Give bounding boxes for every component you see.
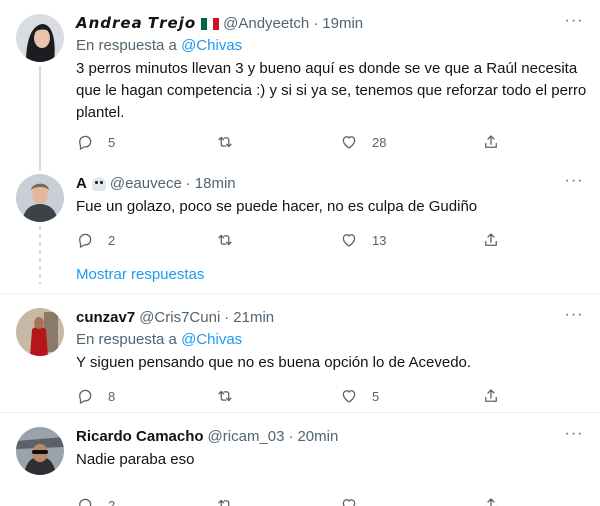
separator-dot: · — [313, 15, 319, 32]
tweet-text: Fue un golazo, poco se puede hacer, no e… — [76, 198, 478, 215]
reply-icon — [79, 233, 92, 248]
heart-icon — [342, 390, 356, 403]
separator-dot: · — [288, 428, 294, 445]
like-count: 28 — [372, 134, 387, 150]
tweet-header: Ricardo Camacho @ricam_03 · 20min — [76, 427, 338, 447]
retweet-button[interactable] — [216, 386, 248, 406]
tweet-actions: 2 — [76, 495, 501, 506]
reply-count: 8 — [108, 388, 116, 404]
reply-count: 5 — [108, 134, 116, 150]
like-button[interactable] — [340, 495, 372, 506]
retweet-button[interactable] — [216, 230, 248, 250]
mexico-flag-icon — [201, 18, 220, 30]
user-handle[interactable]: @eauvece — [110, 174, 182, 194]
share-icon — [485, 389, 497, 402]
share-icon — [485, 233, 497, 246]
reply-count: 2 — [108, 232, 116, 248]
more-options-icon[interactable]: ··· — [564, 13, 584, 34]
reply-button[interactable]: 8 — [76, 386, 115, 406]
reply-context: En respuesta a @Chivas — [76, 36, 242, 56]
like-button[interactable]: 5 — [340, 386, 379, 406]
timestamp[interactable]: 20min — [297, 427, 338, 447]
display-name[interactable]: 𝘼𝙣𝙙𝙧𝙚𝙖 𝙏𝙧𝙚𝙟𝙤 — [76, 14, 196, 34]
tweet-text: Nadie paraba eso — [76, 451, 195, 468]
display-name[interactable]: cunzav7 — [76, 308, 135, 328]
display-name[interactable]: A — [76, 174, 87, 194]
retweet-button[interactable] — [216, 495, 248, 506]
retweet-button[interactable] — [216, 132, 248, 152]
reply-count: 2 — [108, 497, 116, 506]
more-options-icon[interactable]: ··· — [564, 173, 584, 194]
heart-icon — [342, 136, 356, 149]
show-replies-link[interactable]: Mostrar respuestas — [76, 265, 204, 285]
tweet-andrea-trejo[interactable]: 𝘼𝙣𝙙𝙧𝙚𝙖 𝙏𝙧𝙚𝙟𝙤 @Andyeetch · 19min ··· En r… — [0, 0, 600, 160]
avatar[interactable] — [16, 308, 64, 356]
tweet-header: 𝘼𝙣𝙙𝙧𝙚𝙖 𝙏𝙧𝙚𝙟𝙤 @Andyeetch · 19min — [76, 14, 363, 34]
tweet-actions: 2 13 — [76, 230, 501, 250]
timestamp[interactable]: 18min — [195, 174, 236, 194]
heart-icon — [342, 499, 356, 506]
share-button[interactable] — [482, 495, 500, 506]
display-name[interactable]: Ricardo Camacho — [76, 427, 204, 447]
tweet-text: Y siguen pensando que no es buena opción… — [76, 354, 472, 371]
share-icon — [485, 498, 497, 506]
like-count: 13 — [372, 232, 387, 248]
share-button[interactable] — [482, 230, 500, 250]
timestamp[interactable]: 19min — [322, 14, 363, 34]
reply-prefix: En respuesta a — [76, 331, 177, 348]
tweet-actions: 5 28 — [76, 132, 501, 152]
like-count: 5 — [372, 388, 380, 404]
like-button[interactable]: 13 — [340, 230, 386, 250]
reply-to-link[interactable]: @Chivas — [181, 37, 242, 54]
ghost-emoji-icon — [91, 177, 106, 191]
retweet-icon — [218, 136, 232, 148]
more-options-icon[interactable]: ··· — [564, 426, 584, 447]
reply-context: En respuesta a @Chivas — [76, 330, 242, 350]
more-options-icon[interactable]: ··· — [564, 307, 584, 328]
reply-button[interactable]: 2 — [76, 230, 115, 250]
tweet-cunzav7[interactable]: cunzav7 @Cris7Cuni · 21min ··· En respue… — [0, 294, 600, 412]
heart-icon — [342, 234, 356, 247]
timestamp[interactable]: 21min — [233, 308, 274, 328]
separator-dot: · — [224, 309, 230, 326]
reply-to-link[interactable]: @Chivas — [181, 331, 242, 348]
tweet-actions: 8 5 — [76, 386, 501, 406]
reply-button[interactable]: 5 — [76, 132, 115, 152]
user-handle[interactable]: @Andyeetch — [223, 14, 309, 34]
retweet-icon — [218, 390, 232, 402]
share-button[interactable] — [482, 386, 500, 406]
retweet-icon — [218, 234, 232, 246]
tweet-header: cunzav7 @Cris7Cuni · 21min — [76, 308, 274, 328]
like-button[interactable]: 28 — [340, 132, 386, 152]
reply-icon — [79, 498, 92, 506]
avatar[interactable] — [16, 174, 64, 222]
user-handle[interactable]: @Cris7Cuni — [139, 308, 220, 328]
share-button[interactable] — [482, 132, 500, 152]
reply-icon — [79, 135, 92, 150]
tweet-text: 3 perros minutos llevan 3 y bueno aquí e… — [76, 60, 587, 121]
avatar[interactable] — [16, 427, 64, 475]
avatar[interactable] — [16, 14, 64, 62]
user-handle[interactable]: @ricam_03 — [208, 427, 285, 447]
reply-prefix: En respuesta a — [76, 37, 177, 54]
tweet-ricardo-camacho[interactable]: Ricardo Camacho @ricam_03 · 20min ··· Na… — [0, 413, 600, 506]
tweet-header: A @eauvece · 18min — [76, 174, 236, 194]
retweet-icon — [218, 499, 230, 506]
reply-icon — [79, 389, 92, 404]
separator-dot: · — [185, 175, 191, 192]
share-icon — [485, 135, 497, 148]
reply-button[interactable]: 2 — [76, 495, 115, 506]
